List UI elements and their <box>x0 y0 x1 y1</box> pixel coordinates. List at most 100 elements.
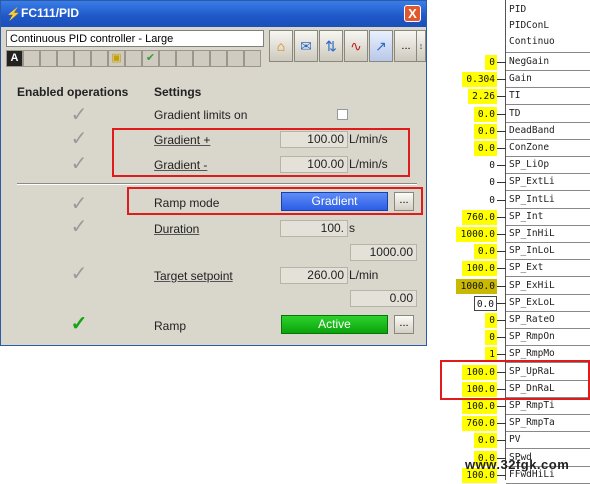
fb-pin-value[interactable]: 0.0 <box>474 295 497 311</box>
fb-pin: SP_Int <box>506 208 590 226</box>
gradient-limits-checkbox[interactable] <box>337 109 348 120</box>
ramp-status-button[interactable]: Active <box>281 315 388 334</box>
fb-pin: TI <box>506 87 590 106</box>
fb-pin-value[interactable]: 0.0 <box>474 123 497 139</box>
fb-pin-value[interactable]: 1000.0 <box>456 227 497 242</box>
highlight-gradient <box>112 128 410 177</box>
status-cell <box>91 50 108 67</box>
status-cell <box>57 50 74 67</box>
fb-pin-wire <box>497 354 506 356</box>
fb-pin: Gain <box>506 70 590 89</box>
status-cell <box>159 50 176 67</box>
fb-pin-value[interactable]: 2.26 <box>468 89 497 105</box>
fb-pin-wire <box>497 337 506 339</box>
highlight-ramp-limits <box>440 360 590 400</box>
faceplate-window: ⚡ FC111/PID X Continuous PID controller … <box>0 0 427 346</box>
status-cell <box>40 50 57 67</box>
enabled-check-icon: ✓ <box>70 313 88 335</box>
fb-pin-name: SP_RmpMo <box>509 348 555 360</box>
fb-pin-value[interactable]: 0 <box>485 158 497 173</box>
status-cell <box>227 50 244 67</box>
status-cell <box>244 50 261 67</box>
duration-label: Duration <box>154 222 200 236</box>
fb-pin: SP_ExHiL <box>506 277 590 295</box>
fb-pin-value[interactable]: 0 <box>485 330 497 346</box>
fb-pin-name: SP_RateO <box>509 314 555 325</box>
fb-pin-name: SP_InHiL <box>509 228 555 239</box>
fb-pin-value[interactable]: 0.304 <box>462 72 497 88</box>
fb-pin-wire <box>497 199 506 201</box>
status-cell <box>125 50 142 67</box>
fb-pin-value[interactable]: 0 <box>485 55 497 70</box>
trend-icon[interactable]: ∿ <box>344 30 368 62</box>
fb-pin: SP_LiOp <box>506 156 590 175</box>
fb-pin-name: TI <box>509 90 521 102</box>
fb-pin: PV <box>506 431 590 450</box>
status-cell <box>176 50 193 67</box>
duration-value[interactable]: 100. <box>280 220 348 237</box>
target-setpoint-label: Target setpoint <box>154 269 233 283</box>
fb-pin-name: DeadBand <box>509 124 555 136</box>
check-icon: ✔ <box>142 50 159 67</box>
fb-pin: SP_InLoL <box>506 242 590 261</box>
tag-icon[interactable]: ⇅ <box>319 30 343 62</box>
function-block: PID PIDConL Continuo NegGain Gain TI TD Dead… <box>505 0 590 484</box>
more-button[interactable]: ... <box>394 30 418 62</box>
status-row: A ▣ ✔ <box>6 50 264 68</box>
fb-pin-name: SP_Ext <box>509 262 544 274</box>
enabled-check-icon: ✓ <box>70 153 88 175</box>
fb-pin-wire <box>497 96 506 98</box>
fb-pin-wire <box>497 251 506 253</box>
enabled-check-icon: ✓ <box>70 263 88 285</box>
title-bar[interactable]: ⚡ FC111/PID X <box>1 1 426 27</box>
fb-pin-value[interactable]: 1000.0 <box>456 278 497 294</box>
enabled-operations-header: Enabled operations <box>17 85 129 99</box>
pin-icon[interactable]: ↕ <box>416 30 426 62</box>
fb-pin-name: SP_ExtLi <box>509 176 555 188</box>
fb-pin-value[interactable]: 760.0 <box>462 209 497 225</box>
status-cell <box>74 50 91 67</box>
home-icon[interactable]: ⌂ <box>269 30 293 62</box>
fb-pin-value[interactable]: 0.0 <box>474 244 497 260</box>
ramp-more-button[interactable]: ... <box>394 315 414 334</box>
fb-pin-wire <box>497 440 506 442</box>
fb-pin-name: SP_IntLi <box>509 193 555 205</box>
fb-pin: TD <box>506 105 590 123</box>
fb-pin: SP_RateO <box>506 311 590 329</box>
fb-pin-name: SP_RmpOn <box>509 331 555 343</box>
fb-type: PID <box>509 4 527 15</box>
fb-pin-value[interactable]: 0.0 <box>474 141 497 156</box>
fb-pin-wire <box>497 302 506 304</box>
fb-pin-value[interactable]: 760.0 <box>462 416 497 432</box>
fb-pin: SP_Ext <box>506 259 590 278</box>
fb-pin-value[interactable]: 0 <box>485 175 497 190</box>
fb-pin-name: SP_LiOp <box>509 159 550 171</box>
fb-pin-value[interactable]: 0 <box>485 313 497 328</box>
fb-pin-name: SP_Int <box>509 210 544 222</box>
fb-pin-name: ConZone <box>509 142 550 153</box>
close-button[interactable]: X <box>404 5 421 22</box>
settings-header: Settings <box>154 85 202 99</box>
fb-pin-value[interactable]: 0.0 <box>474 433 497 449</box>
chart-icon[interactable]: ↗ <box>369 30 393 62</box>
fb-description: Continuo <box>509 36 555 47</box>
gradient-limits-label: Gradient limits on <box>154 108 248 122</box>
fb-pin: ConZone <box>506 139 590 157</box>
fb-pin-value[interactable]: 100.0 <box>462 399 497 414</box>
target-setpoint-unit: L/min <box>349 268 379 282</box>
status-cell <box>210 50 227 67</box>
target-setpoint-value[interactable]: 260.00 <box>280 267 348 284</box>
watermark: www.32fgk.com <box>465 457 570 472</box>
message-icon[interactable]: ✉ <box>294 30 318 62</box>
fb-pin-wire <box>497 62 506 63</box>
fb-pin-wire <box>497 268 506 270</box>
fb-pin-wire <box>497 320 506 321</box>
fb-pin: SP_IntLi <box>506 191 590 209</box>
fb-pin-value[interactable]: 0.0 <box>474 106 497 122</box>
lock-icon: ▣ <box>108 50 125 67</box>
fb-pin-value[interactable]: 100.0 <box>462 261 497 277</box>
toolbar: Continuous PID controller - Large A ▣ ✔ … <box>4 30 426 70</box>
fb-pin: NegGain <box>506 53 590 71</box>
fb-pin-name: SP_ExLoL <box>509 296 555 308</box>
fb-pin-value[interactable]: 0 <box>485 193 497 208</box>
